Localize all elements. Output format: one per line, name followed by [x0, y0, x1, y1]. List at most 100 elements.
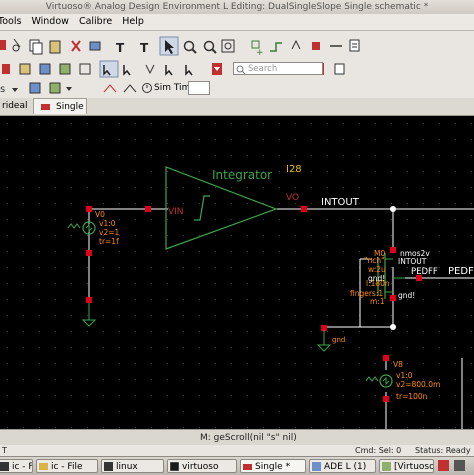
- integrator-instance: I28: [286, 164, 302, 175]
- toolbar-icon-pin[interactable]: [312, 42, 320, 50]
- toolbar-icon-partial-select[interactable]: [123, 65, 131, 76]
- sim-time-field[interactable]: [188, 81, 210, 95]
- terminal-icon: [0, 462, 9, 471]
- toolbar-icon-ade-2[interactable]: [12, 88, 18, 92]
- toolbar-icon-zoom-fit[interactable]: [221, 39, 235, 53]
- taskbar-item[interactable]: ic - File: [0, 459, 33, 473]
- menu-calibre[interactable]: Calibre: [77, 14, 112, 30]
- toolbar-icon-dropdown-red[interactable]: [212, 63, 222, 75]
- schematic-icon: [41, 104, 50, 110]
- toolbar-icon-delete[interactable]: [71, 40, 81, 52]
- taskbar-item-label: [Virtuoso: [394, 462, 434, 472]
- transistor-gate-net: INTOUT: [398, 257, 427, 266]
- virtuoso-icon: [382, 462, 391, 471]
- toolbar-icon-pencil[interactable]: [0, 40, 6, 50]
- toolbar-icon-text-tool[interactable]: T: [140, 41, 149, 55]
- toolbar-icon-text[interactable]: T: [116, 41, 125, 55]
- integrator-pin-vo: VO: [286, 193, 299, 203]
- toolbar-icon-zoom-out[interactable]: [203, 40, 217, 54]
- toolbar-icon-run[interactable]: [49, 82, 61, 94]
- toolbar-icon-dropdown-arrow[interactable]: [66, 87, 72, 91]
- menu-help[interactable]: Help: [120, 14, 144, 30]
- svg-text:T: T: [116, 41, 125, 55]
- net-label-pedf: PEDF: [448, 266, 474, 277]
- transistor-param: w:2u: [368, 265, 386, 274]
- toolbar-icon-grid[interactable]: [79, 63, 91, 75]
- tray-icons: [438, 460, 465, 471]
- source-v0-param: tr=1f: [99, 237, 119, 246]
- taskbar-item-active[interactable]: Single *: [240, 459, 306, 473]
- svg-text:s: s: [0, 84, 5, 95]
- main-toolbar: T T +: [0, 31, 474, 60]
- svg-text:T: T: [140, 41, 149, 55]
- toolbar-icon-undo[interactable]: [89, 41, 101, 51]
- source-v8-param: v2=800.0m: [396, 380, 440, 389]
- cmd-sel-text: Cmd: Sel: 0: [355, 446, 402, 455]
- toolbar-icon-return[interactable]: [59, 63, 71, 75]
- toolbar-icon-plot[interactable]: [103, 84, 117, 93]
- source-v8-param: tr=100n: [396, 392, 428, 401]
- folder-icon: [39, 463, 48, 470]
- menu-tools[interactable]: Tools: [0, 14, 21, 30]
- command-status-bar: M: geScroll(nil "s" nil): [0, 429, 474, 446]
- toolbar-icon-options[interactable]: [334, 63, 345, 75]
- toolbar-icon-add-instance[interactable]: +: [251, 40, 264, 58]
- taskbar-item-label: ic - File: [12, 462, 33, 472]
- toolbar-icon-copy[interactable]: [29, 39, 43, 55]
- toolbar-icon-move[interactable]: [165, 65, 173, 76]
- status-prefix: T: [2, 446, 7, 455]
- net-label-pedff: PEDFF: [411, 267, 438, 277]
- secondary-toolbar: Search: [0, 59, 474, 80]
- ade-icon: [312, 462, 321, 471]
- mouse-command-text: M: geScroll(nil "s" nil): [200, 433, 297, 443]
- taskbar-item-label: virtuoso: [182, 462, 219, 472]
- taskbar-item-label: linux: [116, 462, 138, 472]
- tray-icon[interactable]: [438, 460, 449, 471]
- taskbar-item[interactable]: [Virtuoso: [379, 459, 434, 473]
- toolbar-icon-paste[interactable]: [49, 40, 61, 54]
- toolbar-icon-stop[interactable]: [123, 84, 137, 93]
- transistor-bulk-net: gnd!: [398, 291, 415, 300]
- toolbar-icon-flip[interactable]: [185, 65, 193, 76]
- toolbar-icon-hierarchy[interactable]: [2, 64, 10, 74]
- integrator-pin-vin: VIN: [168, 207, 184, 217]
- tray-icon[interactable]: [454, 460, 465, 471]
- tab-bar: rideal Single: [0, 98, 474, 116]
- window-title: Virtuoso® Analog Design Environment L Ed…: [0, 0, 474, 14]
- toolbar-icon-zoom-in[interactable]: [183, 40, 197, 54]
- taskbar-item[interactable]: ADE L (1): [309, 459, 376, 473]
- schematic-canvas[interactable]: Integrator I28 VIN VO INTOUT V0 v1:0 v2=…: [0, 116, 474, 429]
- toolbar-icon-wire[interactable]: [270, 42, 282, 52]
- toolbar-icon-property[interactable]: [349, 39, 360, 52]
- toolbar-icon-check-save[interactable]: [19, 63, 31, 75]
- net-label-intout: INTOUT: [321, 197, 360, 208]
- junction-dot: [390, 206, 396, 212]
- tab-rideal[interactable]: rideal: [0, 98, 31, 114]
- toolbar-icon-cut[interactable]: [12, 38, 21, 52]
- toolbar-icon-spring[interactable]: [145, 64, 155, 75]
- taskbar: ic - File ic - File linux virtuoso Singl…: [0, 456, 474, 475]
- toolbar-icon-ade-1[interactable]: s: [0, 84, 5, 95]
- taskbar-item[interactable]: linux: [101, 459, 164, 473]
- taskbar-item-label: Single *: [255, 462, 291, 472]
- tab-single[interactable]: Single: [33, 98, 87, 114]
- search-input[interactable]: Search: [233, 62, 323, 75]
- taskbar-item-label: ic - File: [51, 462, 83, 472]
- simulation-toolbar: s Sim Time: [0, 79, 474, 99]
- virtuoso-icon: [170, 462, 179, 471]
- toolbar-icon-descend[interactable]: [39, 63, 51, 75]
- clock-icon: [142, 83, 152, 93]
- source-v0-param: v1:0: [99, 219, 116, 228]
- schematic-svg: Integrator I28 VIN VO INTOUT V0 v1:0 v2=…: [0, 116, 474, 429]
- source-v8-param: v1:0: [396, 371, 413, 380]
- search-icon: [236, 65, 246, 75]
- svg-text:+: +: [256, 48, 264, 58]
- toolbar-icon-netlist[interactable]: [29, 82, 41, 94]
- schematic-icon: [243, 464, 252, 470]
- taskbar-item[interactable]: virtuoso: [167, 459, 237, 473]
- taskbar-item[interactable]: ic - File: [36, 459, 98, 473]
- ground-label: gnd: [332, 336, 345, 344]
- toolbar-icon-wire-label[interactable]: [291, 39, 301, 50]
- source-v0-param: v2=1: [99, 228, 119, 237]
- menu-window[interactable]: Window: [29, 14, 68, 30]
